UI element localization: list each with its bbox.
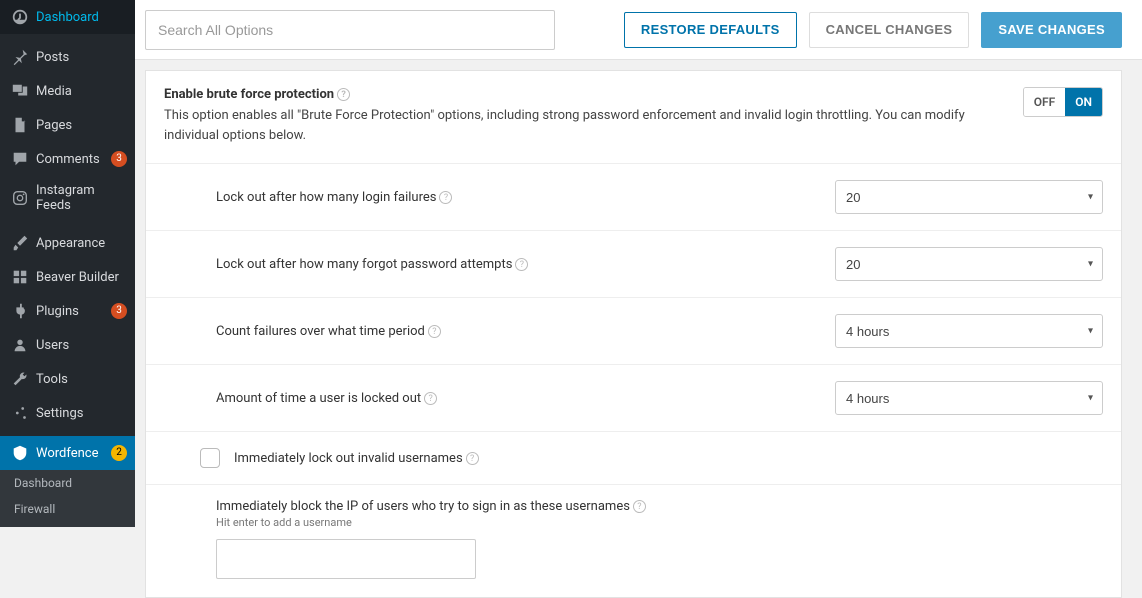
sidebar-item-dashboard[interactable]: Dashboard	[0, 0, 135, 34]
help-icon[interactable]: ?	[439, 191, 452, 204]
plug-icon	[10, 301, 30, 321]
option-label: Amount of time a user is locked out?	[216, 391, 835, 406]
sidebar-item-instagram[interactable]: Instagram Feeds	[0, 176, 135, 220]
sidebar-item-beaver[interactable]: Beaver Builder	[0, 260, 135, 294]
subitem-scan[interactable]: Scan	[0, 522, 135, 527]
toggle-off[interactable]: OFF	[1024, 88, 1065, 116]
user-icon	[10, 335, 30, 355]
pin-icon	[10, 47, 30, 67]
gauge-icon	[10, 7, 30, 27]
admin-sidebar: Dashboard Posts Media Pages Comments 3 I…	[0, 0, 135, 527]
option-row-block-ip: Immediately block the IP of users who tr…	[146, 485, 1121, 597]
sidebar-item-label: Posts	[36, 50, 127, 65]
subitem-dashboard[interactable]: Dashboard	[0, 470, 135, 496]
sidebar-item-label: Plugins	[36, 304, 107, 319]
brute-force-toggle[interactable]: OFF ON	[1023, 87, 1103, 117]
sidebar-item-comments[interactable]: Comments 3	[0, 142, 135, 176]
media-icon	[10, 81, 30, 101]
sidebar-item-settings[interactable]: Settings	[0, 396, 135, 430]
sidebar-item-label: Instagram Feeds	[36, 183, 127, 213]
sidebar-item-pages[interactable]: Pages	[0, 108, 135, 142]
sliders-icon	[10, 403, 30, 423]
notification-badge: 2	[111, 445, 127, 461]
lockout-time-select[interactable]: 4 hours	[835, 381, 1103, 415]
search-input[interactable]	[145, 10, 555, 50]
option-label: Lock out after how many login failures?	[216, 190, 835, 205]
wrench-icon	[10, 369, 30, 389]
section-description: This option enables all "Brute Force Pro…	[164, 106, 1003, 145]
sidebar-item-label: Beaver Builder	[36, 270, 127, 285]
page-icon	[10, 115, 30, 135]
sidebar-item-label: Media	[36, 84, 127, 99]
option-label: Lock out after how many forgot password …	[216, 257, 835, 272]
help-icon[interactable]: ?	[633, 500, 646, 513]
sidebar-item-appearance[interactable]: Appearance	[0, 226, 135, 260]
option-label: Count failures over what time period?	[216, 324, 835, 339]
subitem-firewall[interactable]: Firewall	[0, 496, 135, 522]
option-label: Immediately block the IP of users who tr…	[216, 499, 1103, 514]
cancel-changes-button[interactable]: CANCEL CHANGES	[809, 12, 970, 48]
help-icon[interactable]: ?	[466, 452, 479, 465]
grid-icon	[10, 267, 30, 287]
option-row-count-period: Count failures over what time period? 4 …	[146, 298, 1121, 365]
sidebar-item-label: Appearance	[36, 236, 127, 251]
lockout-forgot-select[interactable]: 20	[835, 247, 1103, 281]
restore-defaults-button[interactable]: RESTORE DEFAULTS	[624, 12, 797, 48]
instagram-icon	[10, 188, 30, 208]
wordfence-submenu: Dashboard Firewall Scan Tools Login Secu…	[0, 470, 135, 527]
sidebar-item-label: Pages	[36, 118, 127, 133]
invalid-usernames-checkbox[interactable]	[200, 448, 220, 468]
sidebar-item-media[interactable]: Media	[0, 74, 135, 108]
option-row-lockout-forgot: Lock out after how many forgot password …	[146, 231, 1121, 298]
notification-badge: 3	[111, 151, 127, 167]
sidebar-item-label: Comments	[36, 152, 107, 167]
sidebar-item-posts[interactable]: Posts	[0, 40, 135, 74]
shield-icon	[10, 443, 30, 463]
sidebar-item-label: Dashboard	[36, 10, 127, 25]
option-label: Immediately lock out invalid usernames?	[234, 451, 1103, 466]
lockout-failures-select[interactable]: 20	[835, 180, 1103, 214]
toggle-on[interactable]: ON	[1065, 88, 1102, 116]
section-header: Enable brute force protection? This opti…	[146, 71, 1121, 164]
sidebar-item-wordfence[interactable]: Wordfence 2	[0, 436, 135, 470]
count-period-select[interactable]: 4 hours	[835, 314, 1103, 348]
sidebar-item-label: Tools	[36, 372, 127, 387]
help-icon[interactable]: ?	[337, 88, 350, 101]
sidebar-item-label: Users	[36, 338, 127, 353]
comment-icon	[10, 149, 30, 169]
help-icon[interactable]: ?	[424, 392, 437, 405]
brush-icon	[10, 233, 30, 253]
option-hint: Hit enter to add a username	[216, 516, 1103, 529]
options-panel: Enable brute force protection? This opti…	[145, 70, 1122, 598]
sidebar-item-label: Wordfence	[36, 446, 107, 461]
sidebar-item-plugins[interactable]: Plugins 3	[0, 294, 135, 328]
sidebar-item-label: Settings	[36, 406, 127, 421]
notification-badge: 3	[111, 303, 127, 319]
option-row-lockout-failures: Lock out after how many login failures? …	[146, 164, 1121, 231]
block-ip-usernames-input[interactable]	[216, 539, 476, 579]
option-row-lockout-time: Amount of time a user is locked out? 4 h…	[146, 365, 1121, 432]
option-row-invalid-usernames: Immediately lock out invalid usernames?	[146, 432, 1121, 485]
sidebar-item-users[interactable]: Users	[0, 328, 135, 362]
toolbar: RESTORE DEFAULTS CANCEL CHANGES SAVE CHA…	[135, 0, 1142, 60]
save-changes-button[interactable]: SAVE CHANGES	[981, 12, 1122, 48]
help-icon[interactable]: ?	[428, 325, 441, 338]
sidebar-item-tools[interactable]: Tools	[0, 362, 135, 396]
main-content: RESTORE DEFAULTS CANCEL CHANGES SAVE CHA…	[135, 0, 1142, 527]
section-title: Enable brute force protection?	[164, 87, 1003, 102]
help-icon[interactable]: ?	[515, 258, 528, 271]
